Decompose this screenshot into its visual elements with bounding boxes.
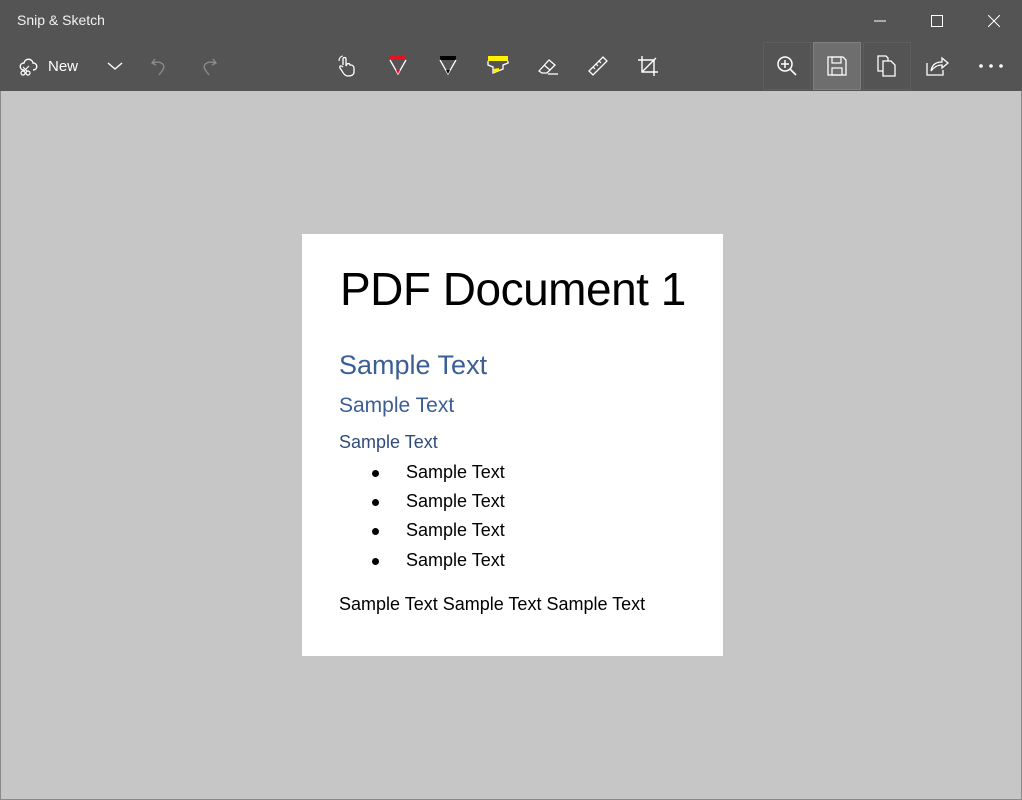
- maximize-icon: [930, 12, 943, 31]
- bullet-icon: [372, 527, 379, 535]
- ruler-button[interactable]: [583, 42, 613, 90]
- undo-button[interactable]: [145, 42, 173, 90]
- share-button[interactable]: [913, 42, 961, 90]
- eraser-button[interactable]: [533, 42, 563, 90]
- new-snip-label: New: [48, 57, 79, 75]
- minimize-button[interactable]: [851, 0, 908, 42]
- new-snip-button[interactable]: New: [12, 42, 97, 90]
- new-snip-icon: [18, 55, 40, 77]
- highlighter-icon: [487, 54, 509, 78]
- ballpoint-pen-icon: [388, 54, 408, 78]
- close-icon: [987, 12, 1000, 31]
- chevron-down-icon: [107, 61, 123, 71]
- pencil-icon: [438, 54, 458, 78]
- touch-writing-button[interactable]: [333, 42, 363, 90]
- document-page: PDF Document 1 Sample Text Sample Text S…: [302, 234, 723, 656]
- minimize-icon: [873, 12, 886, 31]
- maximize-button[interactable]: [908, 0, 965, 42]
- save-button[interactable]: [813, 42, 861, 90]
- zoom-in-button[interactable]: [763, 42, 811, 90]
- bullet-item: Sample Text: [372, 462, 505, 483]
- eraser-icon: [536, 55, 560, 77]
- ballpoint-pen-button[interactable]: [383, 42, 413, 90]
- share-icon: [925, 55, 949, 77]
- close-button[interactable]: [965, 0, 1022, 42]
- heading-1: Sample Text: [339, 350, 488, 380]
- highlighter-button[interactable]: [483, 42, 513, 90]
- copy-button[interactable]: [863, 42, 911, 90]
- redo-button[interactable]: [195, 42, 223, 90]
- crop-button[interactable]: [633, 42, 663, 90]
- window-title: Snip & Sketch: [17, 12, 105, 28]
- paragraph: Sample Text Sample Text Sample Text: [339, 594, 646, 614]
- document-title: PDF Document 1: [340, 263, 686, 315]
- more-options-button[interactable]: [965, 42, 1017, 90]
- bullet-icon: [372, 498, 379, 506]
- zoom-in-icon: [776, 55, 798, 77]
- bullet-icon: [372, 469, 379, 477]
- crop-icon: [637, 55, 659, 77]
- bullet-text: Sample Text: [406, 491, 505, 511]
- save-icon: [827, 56, 847, 76]
- bullet-item: Sample Text: [372, 550, 505, 571]
- title-bar: Snip & Sketch: [0, 0, 1022, 42]
- more-icon: [978, 63, 1004, 69]
- bullet-text: Sample Text: [406, 520, 505, 540]
- undo-icon: [149, 55, 169, 77]
- bullet-item: Sample Text: [372, 520, 505, 541]
- new-snip-options-button[interactable]: [100, 42, 130, 90]
- heading-3: Sample Text: [339, 432, 438, 452]
- pencil-button[interactable]: [433, 42, 463, 90]
- ruler-icon: [587, 55, 609, 77]
- bullet-text: Sample Text: [406, 550, 505, 570]
- copy-icon: [877, 55, 897, 77]
- toolbar: New: [0, 42, 1022, 91]
- touch-writing-icon: [337, 55, 359, 77]
- bullet-icon: [372, 557, 379, 565]
- bullet-item: Sample Text: [372, 491, 505, 512]
- bullet-text: Sample Text: [406, 462, 505, 482]
- redo-icon: [199, 55, 219, 77]
- heading-2: Sample Text: [339, 394, 455, 417]
